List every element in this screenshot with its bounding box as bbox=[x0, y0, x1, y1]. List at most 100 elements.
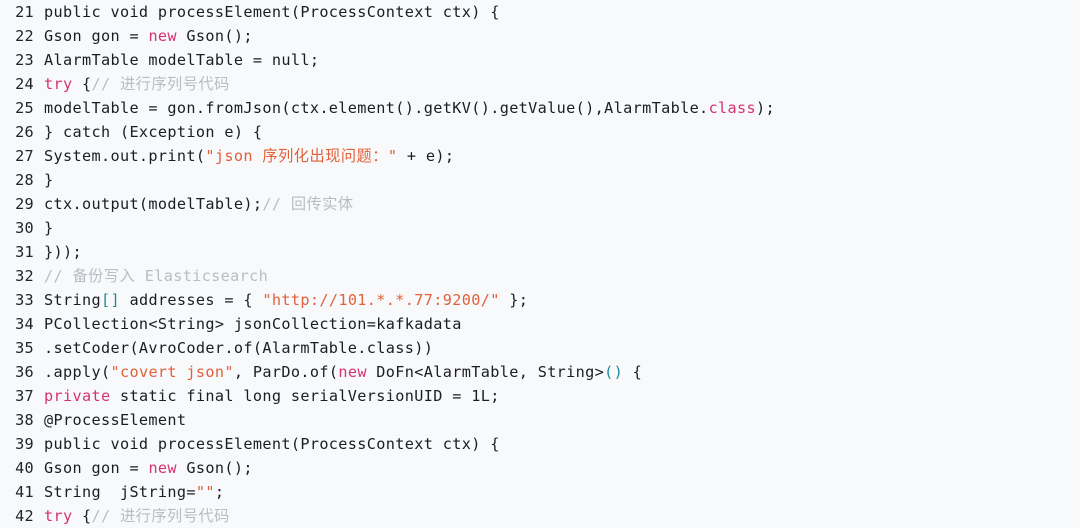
code-token-plain: addresses = { bbox=[119, 291, 263, 309]
code-token-bracket: [] bbox=[100, 291, 120, 309]
code-line-content[interactable]: System.out.print("json 序列化出现问题：" + e); bbox=[44, 144, 1080, 168]
code-token-comment: // bbox=[262, 195, 291, 213]
line-number: 28 bbox=[15, 171, 34, 189]
code-line[interactable]: 31})); bbox=[0, 240, 1080, 264]
code-token-plain: { bbox=[623, 363, 643, 381]
code-line-content[interactable]: })); bbox=[44, 240, 1080, 264]
code-token-plain: ); bbox=[756, 99, 776, 117]
code-line[interactable]: 39 public void processElement(ProcessCont… bbox=[0, 432, 1080, 456]
line-number: 33 bbox=[15, 291, 34, 309]
code-line-content[interactable]: // 备份写入 Elasticsearch bbox=[44, 264, 1080, 288]
code-line[interactable]: 36 .apply("covert json", ParDo.of(new DoF… bbox=[0, 360, 1080, 384]
code-line-content[interactable]: Gson gon = new Gson(); bbox=[44, 24, 1080, 48]
code-token-keyword: class bbox=[708, 99, 757, 117]
code-line-content[interactable]: } bbox=[44, 168, 1080, 192]
code-token-keyword: try bbox=[44, 75, 73, 93]
code-line[interactable]: 33 String[] addresses = { "http://101.*.*… bbox=[0, 288, 1080, 312]
code-token-comment: // bbox=[91, 75, 120, 93]
code-token-plain: { bbox=[72, 507, 92, 525]
code-line[interactable]: 42 try {// 进行序列号代码 bbox=[0, 504, 1080, 528]
code-line-content[interactable]: @ProcessElement bbox=[44, 408, 1080, 432]
code-line-content[interactable]: PCollection<String> jsonCollection=kafka… bbox=[44, 312, 1080, 336]
code-token-comment: 进行序列号代码 bbox=[119, 507, 230, 525]
code-token-keyword: private bbox=[44, 387, 111, 405]
code-token-comment: // bbox=[91, 507, 120, 525]
code-token-comment: 备份写入 bbox=[72, 267, 136, 285]
code-token-keyword: new bbox=[148, 27, 177, 45]
code-line[interactable]: 21 public void processElement(ProcessCont… bbox=[0, 0, 1080, 24]
code-line[interactable]: 29 ctx.output(modelTable);// 回传实体 bbox=[0, 192, 1080, 216]
code-token-plain: + e); bbox=[397, 147, 455, 165]
code-line-content[interactable]: try {// 进行序列号代码 bbox=[44, 72, 1080, 96]
code-token-string: " bbox=[387, 147, 398, 165]
code-token-plain: } catch (Exception e) { bbox=[44, 123, 263, 141]
code-token-plain: }; bbox=[499, 291, 529, 309]
line-number: 40 bbox=[15, 459, 34, 477]
code-line[interactable]: 24 try {// 进行序列号代码 bbox=[0, 72, 1080, 96]
code-token-plain: String jString= bbox=[44, 483, 196, 501]
code-token-plain: { bbox=[72, 75, 92, 93]
code-line[interactable]: 26} catch (Exception e) { bbox=[0, 120, 1080, 144]
code-line-content[interactable]: } bbox=[44, 216, 1080, 240]
code-line-content[interactable]: String jString=""; bbox=[44, 480, 1080, 504]
code-token-plain: ctx.output(modelTable); bbox=[44, 195, 263, 213]
code-token-plain: ; bbox=[214, 483, 225, 501]
code-line-content[interactable]: AlarmTable modelTable = null; bbox=[44, 48, 1080, 72]
code-token-keyword: new bbox=[148, 459, 177, 477]
code-line[interactable]: 38 @ProcessElement bbox=[0, 408, 1080, 432]
code-line-content[interactable]: Gson gon = new Gson(); bbox=[44, 456, 1080, 480]
code-viewer[interactable]: 21 public void processElement(ProcessCont… bbox=[0, 0, 1080, 528]
code-line-content[interactable]: private static final long serialVersionU… bbox=[44, 384, 1080, 408]
code-token-plain: System.out.print( bbox=[44, 147, 206, 165]
code-token-plain: })); bbox=[44, 243, 82, 261]
code-line[interactable]: 25 modelTable = gon.fromJson(ctx.element(… bbox=[0, 96, 1080, 120]
code-line[interactable]: 35 .setCoder(AvroCoder.of(AlarmTable.clas… bbox=[0, 336, 1080, 360]
line-number: 25 bbox=[15, 99, 34, 117]
code-line[interactable]: 30} bbox=[0, 216, 1080, 240]
code-line[interactable]: 32 // 备份写入 Elasticsearch bbox=[0, 264, 1080, 288]
code-line[interactable]: 22 Gson gon = new Gson(); bbox=[0, 24, 1080, 48]
code-line[interactable]: 28} bbox=[0, 168, 1080, 192]
code-line-content[interactable]: public void processElement(ProcessContex… bbox=[44, 0, 1080, 24]
line-number: 42 bbox=[15, 507, 34, 525]
code-token-keyword: try bbox=[44, 507, 73, 525]
code-token-plain: modelTable = gon.fromJson(ctx.element().… bbox=[44, 99, 709, 117]
code-line[interactable]: 41 String jString=""; bbox=[0, 480, 1080, 504]
code-line-content[interactable]: } catch (Exception e) { bbox=[44, 120, 1080, 144]
code-line-content[interactable]: String[] addresses = { "http://101.*.*.7… bbox=[44, 288, 1080, 312]
code-line[interactable]: 37 private static final long serialVersio… bbox=[0, 384, 1080, 408]
code-token-plain: .apply( bbox=[44, 363, 111, 381]
line-number: 36 bbox=[15, 363, 34, 381]
code-token-plain: .setCoder(AvroCoder.of(AlarmTable.class)… bbox=[44, 339, 434, 357]
code-token-string: "covert json" bbox=[110, 363, 234, 381]
code-line-content[interactable]: try {// 进行序列号代码 bbox=[44, 504, 1080, 528]
code-token-plain: public void processElement(ProcessContex… bbox=[44, 3, 500, 21]
code-line[interactable]: 27 System.out.print("json 序列化出现问题：" + e); bbox=[0, 144, 1080, 168]
code-line-content[interactable]: ctx.output(modelTable);// 回传实体 bbox=[44, 192, 1080, 216]
code-token-comment: 进行序列号代码 bbox=[119, 75, 230, 93]
code-line-content[interactable]: modelTable = gon.fromJson(ctx.element().… bbox=[44, 96, 1080, 120]
line-number: 24 bbox=[15, 75, 34, 93]
code-token-plain: public void processElement(ProcessContex… bbox=[44, 435, 500, 453]
code-line-content[interactable]: .setCoder(AvroCoder.of(AlarmTable.class)… bbox=[44, 336, 1080, 360]
code-line[interactable]: 23 AlarmTable modelTable = null; bbox=[0, 48, 1080, 72]
line-number: 30 bbox=[15, 219, 34, 237]
code-line[interactable]: 40 Gson gon = new Gson(); bbox=[0, 456, 1080, 480]
code-line-content[interactable]: public void processElement(ProcessContex… bbox=[44, 432, 1080, 456]
line-number: 27 bbox=[15, 147, 34, 165]
code-line[interactable]: 34 PCollection<String> jsonCollection=kaf… bbox=[0, 312, 1080, 336]
code-token-comment: Elasticsearch bbox=[135, 267, 269, 285]
line-number: 22 bbox=[15, 27, 34, 45]
line-number: 35 bbox=[15, 339, 34, 357]
line-number: 38 bbox=[15, 411, 34, 429]
code-token-plain: PCollection<String> jsonCollection=kafka… bbox=[44, 315, 462, 333]
line-number: 29 bbox=[15, 195, 34, 213]
code-token-plain: AlarmTable modelTable = null; bbox=[44, 51, 320, 69]
code-token-plain: @ProcessElement bbox=[44, 411, 187, 429]
code-token-string: "http://101.*.*.77:9200/" bbox=[262, 291, 500, 309]
code-line-content[interactable]: .apply("covert json", ParDo.of(new DoFn<… bbox=[44, 360, 1080, 384]
code-token-plain: DoFn<AlarmTable, String> bbox=[366, 363, 605, 381]
code-token-bracket: () bbox=[604, 363, 624, 381]
code-token-plain: } bbox=[44, 171, 54, 189]
code-token-string: "json bbox=[205, 147, 263, 165]
